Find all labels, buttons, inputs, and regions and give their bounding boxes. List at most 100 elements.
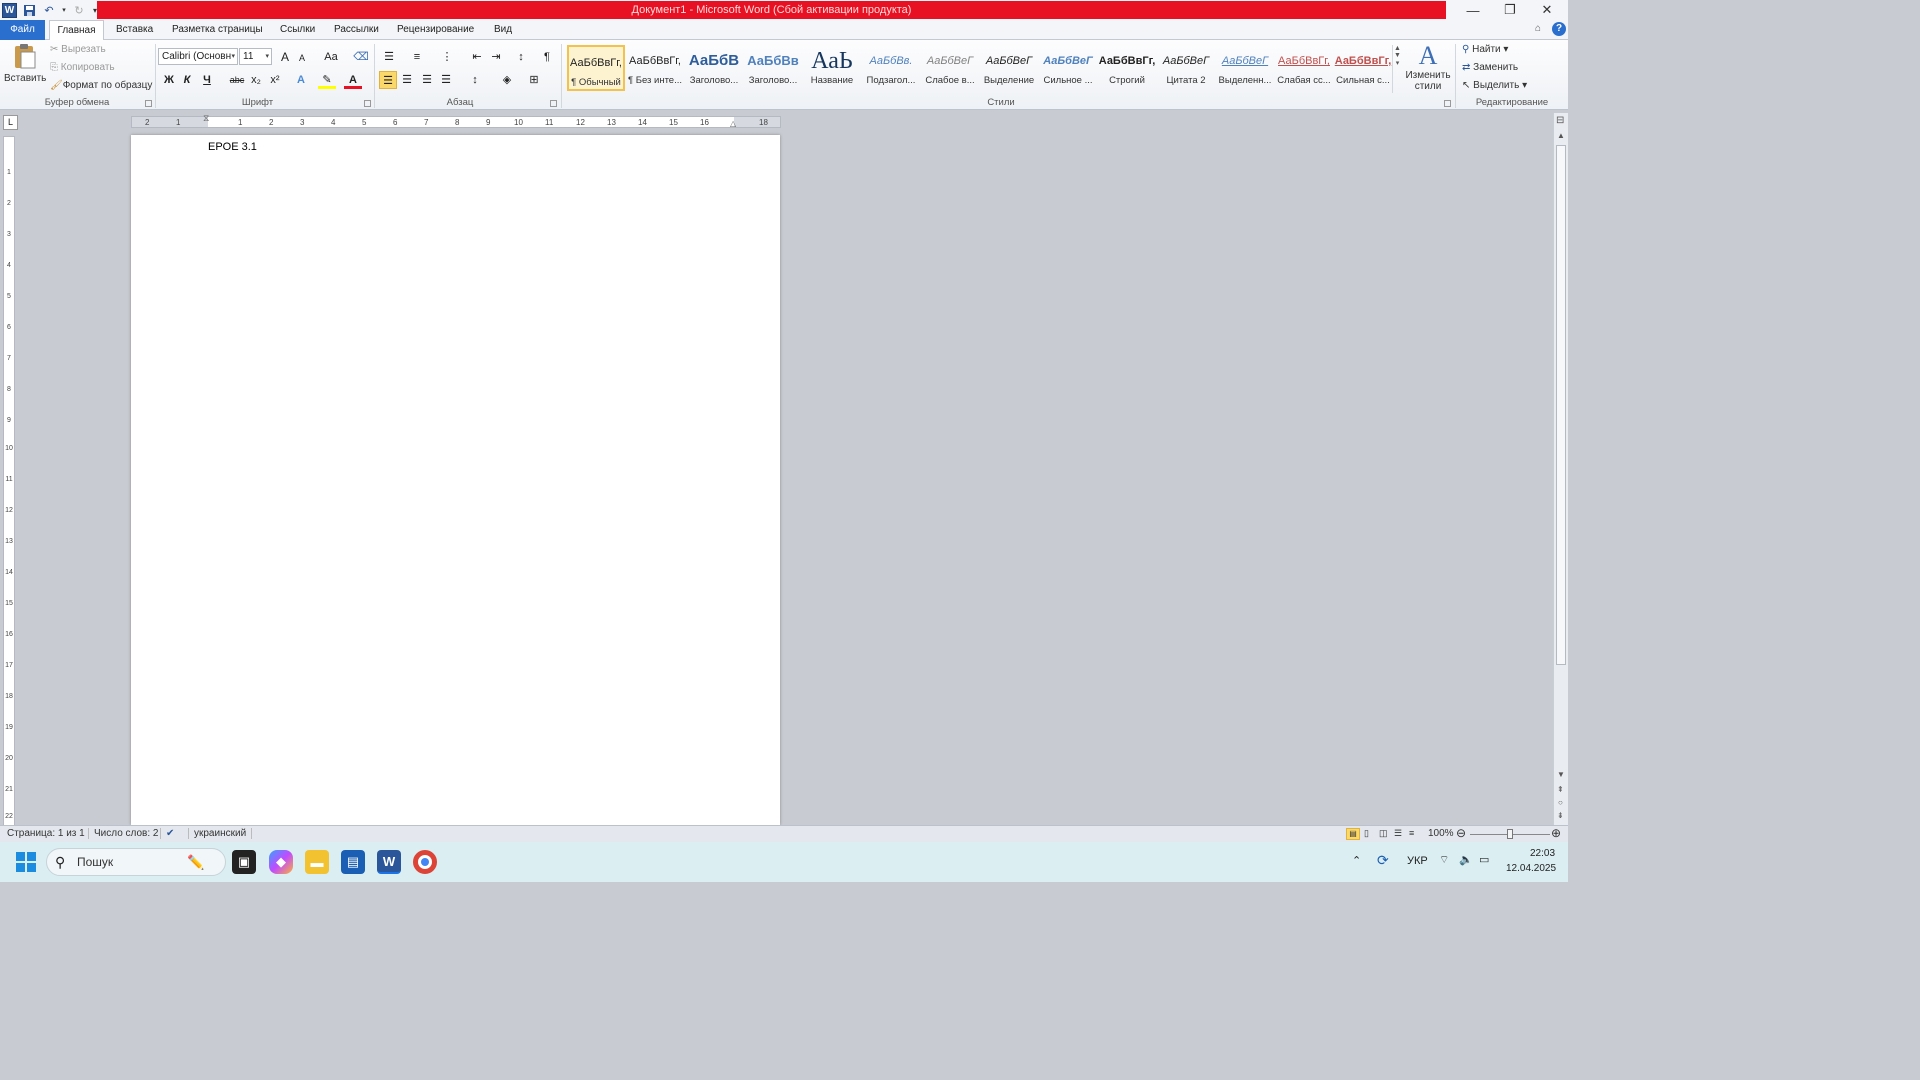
change-case-button[interactable]: Aa [320, 48, 342, 66]
style-intense-reference[interactable]: АаБбВвГг, Сильная с... [1334, 45, 1392, 91]
style-emphasis[interactable]: АаБбВеГ Выделение [980, 45, 1038, 91]
scrollbar-thumb[interactable] [1556, 145, 1566, 665]
align-center-icon[interactable]: ☰ [398, 71, 416, 89]
undo-dropdown-icon[interactable]: ▾ [61, 2, 67, 18]
copy-button[interactable]: ⎘ Копировать [50, 62, 115, 73]
styles-launcher-icon[interactable] [1444, 100, 1451, 107]
restore-button[interactable]: ❐ [1491, 0, 1529, 20]
shading-icon[interactable]: ◈ [498, 71, 516, 89]
horizontal-ruler[interactable]: 2 1 1 2 3 4 5 6 7 8 9 10 11 12 13 14 15 … [131, 113, 781, 128]
page-count[interactable]: Страница: 1 из 1 [7, 828, 85, 839]
store-icon[interactable]: ▤ [341, 850, 365, 874]
volume-icon[interactable]: 🔈 [1459, 853, 1473, 866]
draft-icon[interactable]: ≡ [1409, 828, 1414, 838]
numbering-icon[interactable]: ≡ [408, 48, 426, 66]
select-button[interactable]: ↖ Выделить ▾ [1462, 80, 1527, 91]
sort-icon[interactable]: ↕ [512, 48, 530, 66]
right-indent-marker-icon[interactable]: △ [730, 119, 736, 128]
full-screen-reading-icon[interactable]: ▯ [1364, 828, 1369, 839]
save-icon[interactable] [21, 2, 37, 18]
word-taskbar-icon[interactable]: W [377, 850, 401, 874]
paste-button[interactable]: Вставить [4, 42, 46, 84]
change-styles-button[interactable]: A Изменить стили [1405, 42, 1451, 93]
font-family-combo[interactable]: Calibri (Основн ▾ [158, 48, 238, 65]
clipboard-launcher-icon[interactable] [145, 100, 152, 107]
show-formatting-button[interactable]: ¶ [538, 48, 556, 66]
style-strong[interactable]: АаБбВвГг, Строгий [1098, 45, 1156, 91]
tab-file[interactable]: Файл [0, 20, 45, 40]
redo-icon[interactable]: ↻ [71, 2, 87, 18]
language-indicator[interactable]: украинский [188, 828, 253, 839]
tab-view[interactable]: Вид [486, 20, 520, 40]
file-explorer-icon[interactable]: ▬ [305, 850, 329, 874]
tab-home[interactable]: Главная [49, 20, 104, 41]
close-button[interactable]: ✕ [1528, 0, 1566, 20]
windows-start-icon[interactable] [14, 850, 38, 874]
italic-button[interactable]: К [178, 71, 196, 89]
underline-button[interactable]: Ч [198, 71, 216, 89]
task-view-icon[interactable]: ▣ [232, 850, 256, 874]
multilevel-list-icon[interactable]: ⋮ [438, 48, 456, 66]
style-subtitle[interactable]: АаБбВв. Подзагол... [862, 45, 920, 91]
font-color-icon[interactable]: A [344, 71, 362, 89]
print-layout-icon[interactable]: ▤ [1346, 828, 1360, 840]
keyboard-language[interactable]: УКР [1407, 855, 1428, 867]
bullets-icon[interactable]: ☰ [380, 48, 398, 66]
tab-insert[interactable]: Вставка [108, 20, 161, 40]
proofing-icon[interactable]: ✔ [160, 828, 174, 839]
tray-overflow-icon[interactable]: ⌃ [1352, 854, 1361, 867]
word-logo-icon[interactable]: W [2, 2, 17, 18]
undo-icon[interactable]: ↶ [41, 2, 57, 18]
format-painter-button[interactable]: 🖌Формат по образцу [50, 80, 152, 91]
wifi-icon[interactable]: ⌔ [1439, 853, 1449, 867]
increase-indent-icon[interactable]: ⇥ [487, 48, 505, 66]
decrease-indent-icon[interactable]: ⇤ [468, 48, 486, 66]
tab-references[interactable]: Ссылки [272, 20, 323, 40]
outline-icon[interactable]: ☰ [1394, 828, 1402, 839]
tab-page-layout[interactable]: Разметка страницы [164, 20, 271, 40]
text-effects-icon[interactable]: A [292, 71, 310, 89]
zoom-out-icon[interactable]: ⊖ [1456, 826, 1466, 840]
tab-mailings[interactable]: Рассылки [326, 20, 387, 40]
clock-date[interactable]: 12.04.2025 [1506, 863, 1556, 874]
replace-button[interactable]: ⇄ Заменить [1462, 62, 1518, 73]
zoom-in-icon[interactable]: ⊕ [1551, 826, 1561, 840]
vertical-scrollbar[interactable]: ⊟ ▲ ▼ ⇞ ○ ⇟ [1553, 113, 1568, 825]
find-button[interactable]: ⚲ Найти ▾ [1462, 44, 1508, 55]
minimize-button[interactable]: — [1454, 0, 1492, 20]
battery-icon[interactable]: ▭ [1479, 853, 1489, 866]
taskbar-search-input[interactable]: ⚲ Пошук ✏️ [46, 848, 226, 876]
style-heading-1[interactable]: АаБбВ Заголово... [685, 45, 743, 91]
paragraph-launcher-icon[interactable] [550, 100, 557, 107]
web-layout-icon[interactable]: ◫ [1379, 828, 1388, 839]
tab-review[interactable]: Рецензирование [389, 20, 482, 40]
style-title[interactable]: АаЬ Название [803, 45, 861, 91]
indent-marker-icon[interactable]: ⧖ [203, 113, 209, 124]
zoom-slider-thumb[interactable] [1507, 829, 1513, 839]
clear-formatting-icon[interactable]: ⌫ [352, 48, 370, 66]
style-intense-emphasis[interactable]: АаБбВеГ Сильное ... [1039, 45, 1097, 91]
style-no-spacing[interactable]: АаБбВвГг, ¶ Без инте... [626, 45, 684, 91]
previous-page-icon[interactable]: ⇞ [1557, 785, 1564, 794]
document-text[interactable]: EPOE 3.1 [208, 141, 257, 153]
font-launcher-icon[interactable] [364, 100, 371, 107]
style-heading-2[interactable]: АаБбВв Заголово... [744, 45, 802, 91]
cut-button[interactable]: ✂ Вырезать [50, 44, 106, 55]
help-icon[interactable]: ? [1552, 22, 1566, 36]
scroll-up-icon[interactable]: ▲ [1557, 131, 1565, 140]
align-right-icon[interactable]: ☰ [418, 71, 436, 89]
chrome-icon[interactable] [413, 850, 437, 874]
next-page-icon[interactable]: ⇟ [1557, 811, 1564, 820]
style-subtle-emphasis[interactable]: АаБбВеГ Слабое в... [921, 45, 979, 91]
style-subtle-reference[interactable]: АаБбВвГг, Слабая сс... [1275, 45, 1333, 91]
scroll-down-icon[interactable]: ▼ [1557, 770, 1565, 779]
style-normal[interactable]: АаБбВвГг, ¶ Обычный [567, 45, 625, 91]
style-intense-quote[interactable]: АаБбВеГ Выделенн... [1216, 45, 1274, 91]
font-size-combo[interactable]: 11 ▾ [239, 48, 272, 65]
copilot-icon[interactable]: ◆ [269, 850, 293, 874]
styles-gallery-scroll[interactable]: ▲ ▼ ▾ [1392, 45, 1402, 93]
document-page[interactable]: EPOE 3.1 [131, 135, 780, 825]
line-spacing-icon[interactable]: ↕ [466, 71, 484, 89]
grow-font-button[interactable]: A [276, 48, 294, 66]
strikethrough-button[interactable]: abc [228, 71, 246, 89]
